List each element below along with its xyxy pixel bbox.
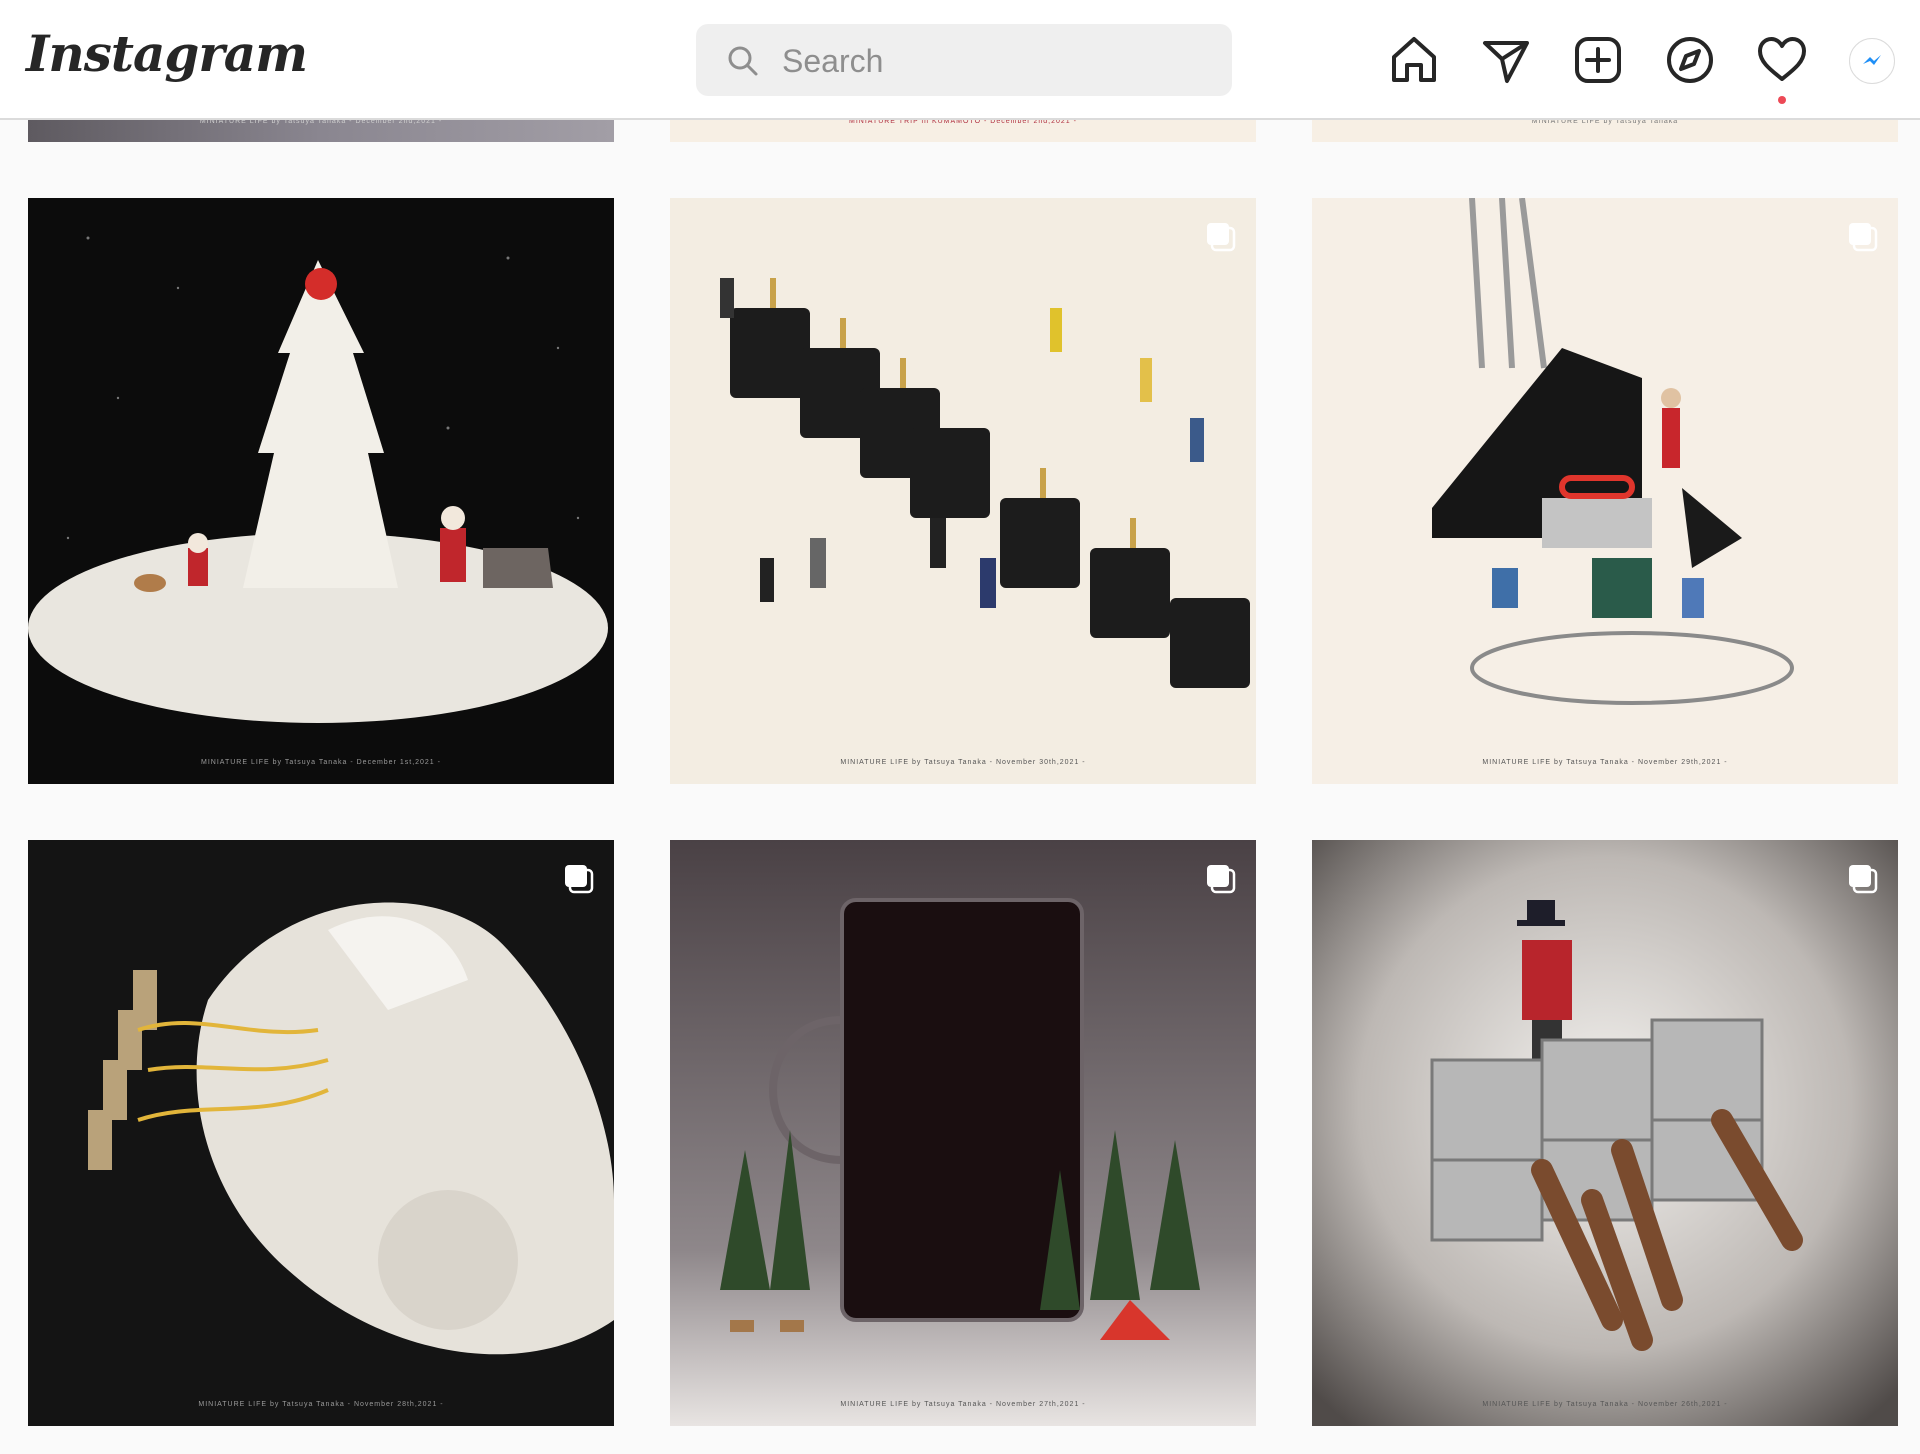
post-thumbnail[interactable]: MINIATURE LIFE by Tatsuya Tanaka	[1312, 118, 1898, 142]
multiple-photos-icon	[1204, 862, 1238, 901]
post-caption: MINIATURE LIFE by Tatsuya Tanaka - Novem…	[1482, 759, 1728, 766]
post-image	[28, 198, 614, 784]
post-caption: MINIATURE LIFE by Tatsuya Tanaka - Novem…	[1482, 1401, 1728, 1408]
post-thumbnail[interactable]: MINIATURE LIFE by Tatsuya Tanaka - Novem…	[670, 840, 1256, 1426]
explore-icon[interactable]	[1664, 34, 1716, 86]
post-thumbnail[interactable]: MINIATURE LIFE by Tatsuya Tanaka - Decem…	[28, 118, 614, 142]
multiple-photos-icon	[1204, 220, 1238, 259]
multiple-photos-icon	[1846, 862, 1880, 901]
messenger-icon	[1860, 49, 1884, 78]
post-thumbnail[interactable]: MINIATURE LIFE by Tatsuya Tanaka - Novem…	[28, 840, 614, 1426]
search-input[interactable]	[780, 24, 1214, 98]
post-caption: MINIATURE LIFE by Tatsuya Tanaka - Novem…	[840, 759, 1086, 766]
search-icon	[726, 44, 760, 83]
home-icon[interactable]	[1388, 34, 1440, 86]
post-thumbnail[interactable]: MINIATURE LIFE by Tatsuya Tanaka - Novem…	[1312, 840, 1898, 1426]
top-navigation-bar: Instagram	[0, 0, 1920, 120]
post-caption: MINIATURE LIFE by Tatsuya Tanaka - Novem…	[198, 1401, 444, 1408]
post-image	[1312, 840, 1898, 1426]
multiple-photos-icon	[1846, 220, 1880, 259]
post-image	[670, 840, 1256, 1426]
notification-dot	[1778, 96, 1786, 104]
post-thumbnail[interactable]: MINIATURE LIFE by Tatsuya Tanaka - Decem…	[28, 198, 614, 784]
post-image	[670, 198, 1256, 784]
profile-avatar[interactable]	[1849, 38, 1895, 84]
activity-heart-icon[interactable]	[1756, 34, 1808, 86]
post-caption: MINIATURE LIFE by Tatsuya Tanaka - Decem…	[201, 759, 441, 766]
new-post-icon[interactable]	[1572, 34, 1624, 86]
search-box[interactable]	[696, 24, 1232, 98]
post-image	[28, 840, 614, 1426]
direct-message-icon[interactable]	[1480, 34, 1532, 86]
multiple-photos-icon	[562, 862, 596, 901]
post-caption: MINIATURE LIFE by Tatsuya Tanaka - Novem…	[840, 1401, 1086, 1408]
post-thumbnail[interactable]: MINIATURE LIFE by Tatsuya Tanaka - Novem…	[670, 198, 1256, 784]
post-thumbnail[interactable]: MINIATURE LIFE by Tatsuya Tanaka - Novem…	[1312, 198, 1898, 784]
post-thumbnail[interactable]: MINIATURE TRIP in KUMAMOTO - December 2n…	[670, 118, 1256, 142]
instagram-logo[interactable]: Instagram	[26, 24, 308, 83]
post-image	[1312, 198, 1898, 784]
